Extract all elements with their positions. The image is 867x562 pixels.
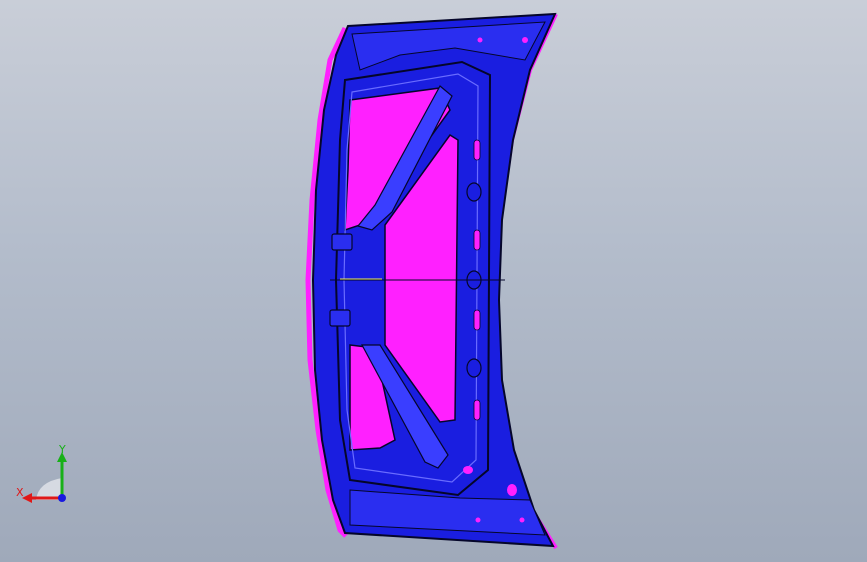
hood-part-model[interactable] <box>0 0 867 562</box>
triad-x-label: X <box>16 486 24 499</box>
triad-graphic <box>22 452 67 503</box>
graphics-viewport[interactable]: X Y <box>0 0 867 562</box>
coordinate-triad: X Y <box>10 440 80 510</box>
triad-z-axis <box>58 494 66 502</box>
triad-y-label: Y <box>59 443 66 456</box>
